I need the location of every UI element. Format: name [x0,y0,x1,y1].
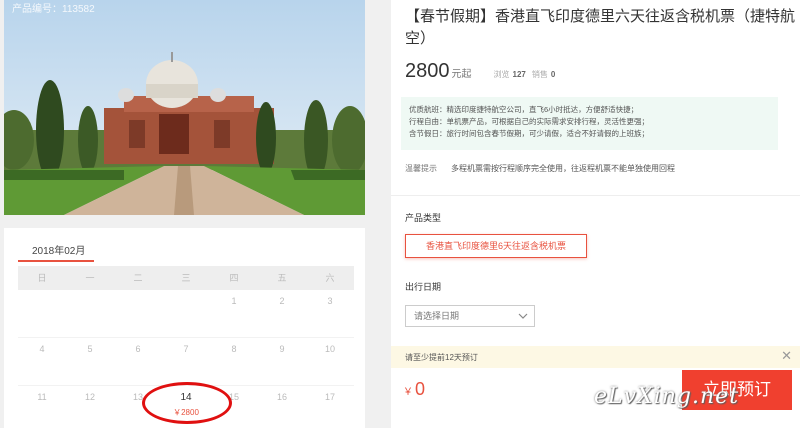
price-row: 2800 元起 浏览 127 销售 0 [405,60,561,83]
weekday-label: 六 [325,273,335,283]
calendar-day: 6 [135,344,141,354]
calendar-day: 5 [87,344,93,354]
product-title: 【春节假期】香港直飞印度德里六天往返含税机票（捷特航空） [405,8,796,47]
product-photo: 产品编号：113582 [4,0,365,215]
views-label: 浏览 [493,70,510,79]
calendar-weekday-header: 日 一 二 三 四 五 六 [18,266,354,290]
total-price: ￥ 0 [403,379,425,400]
notice: 温馨提示 多程机票需按行程顺序完全使用，往返程机票不能单独使用回程 [405,163,675,174]
feature-line: 行程自由：单机票产品，可根据自己的实际需求安排行程，灵活性更强； [409,117,649,126]
product-type-option[interactable]: 香港直飞印度德里6天往返含税机票 [405,234,587,258]
feature-line: 优质航班：精选印度捷特航空公司，直飞6小时抵达，方便舒适快捷； [409,105,639,114]
feature-line: 含节假日：旅行时间包含春节假期，可少请假，适合不好请假的上班族； [409,129,649,138]
sales-count: 0 [550,70,556,79]
total-amount: 0 [415,379,426,399]
weekday-label: 日 [37,273,47,283]
feature-highlights: 优质航班：精选印度捷特航空公司，直飞6小时抵达，方便舒适快捷； 行程自由：单机票… [401,97,778,150]
weekday-label: 四 [229,273,239,283]
sales-label: 销售 [531,70,548,79]
close-icon[interactable]: ✕ [781,349,792,363]
product-price: 2800 [405,60,450,82]
price-unit: 元起 [451,69,472,80]
total-currency: ￥ [403,387,413,398]
chevron-down-icon [518,313,528,319]
calendar-day: 9 [279,344,285,354]
calendar-day: 7 [183,344,189,354]
calendar-day: 4 [39,344,45,354]
highlight-circle-annotation [142,382,232,424]
calendar-month[interactable]: 2018年02月 [32,242,85,257]
calendar-day: 12 [84,392,95,402]
date-select-placeholder: 请选择日期 [414,311,460,321]
product-type-label: 产品类型 [405,213,442,223]
calendar-day [18,290,66,337]
calendar-day [114,290,162,337]
calendar-week-row: 1 2 3 [18,290,354,338]
booking-tip-text: 请至少提前12天预订 [405,353,478,362]
product-id-caption: 产品编号：113582 [12,4,95,15]
calendar-day: 10 [324,344,335,354]
weekday-label: 二 [133,273,143,283]
calendar-day: 17 [324,392,335,402]
calendar-month-underline [18,260,94,262]
weekday-label: 五 [277,273,287,283]
product-stats: 浏览 127 销售 0 [494,69,562,80]
calendar-day: 3 [327,296,333,306]
calendar-day: 16 [276,392,287,402]
notice-label: 温馨提示 [405,164,437,173]
departure-date-label: 出行日期 [405,282,442,292]
section-divider [391,195,800,196]
calendar-day: 2 [279,296,285,306]
page: 产品编号：113582 2018年02月 日 一 二 三 四 五 六 1 2 3 [0,0,800,428]
calendar-week-row: 4 5 6 7 8 9 10 [18,338,354,386]
monument-image [4,0,365,215]
weekday-label: 三 [181,273,191,283]
notice-text: 多程机票需按行程顺序完全使用，往返程机票不能单独使用回程 [451,164,675,173]
weekday-label: 一 [85,273,95,283]
product-detail-panel: 【春节假期】香港直飞印度德里六天往返含税机票（捷特航空） 2800 元起 浏览 1… [391,0,800,428]
calendar-day [162,290,210,337]
calendar-day: 1 [231,296,237,306]
calendar-day [66,290,114,337]
calendar-day: 11 [37,392,47,402]
watermark: eLvXing.net [594,384,740,409]
booking-tip-bar: 请至少提前12天预订 ✕ [391,346,800,368]
views-count: 127 [512,70,526,79]
date-select[interactable]: 请选择日期 [405,305,535,327]
calendar-day: 8 [231,344,237,354]
